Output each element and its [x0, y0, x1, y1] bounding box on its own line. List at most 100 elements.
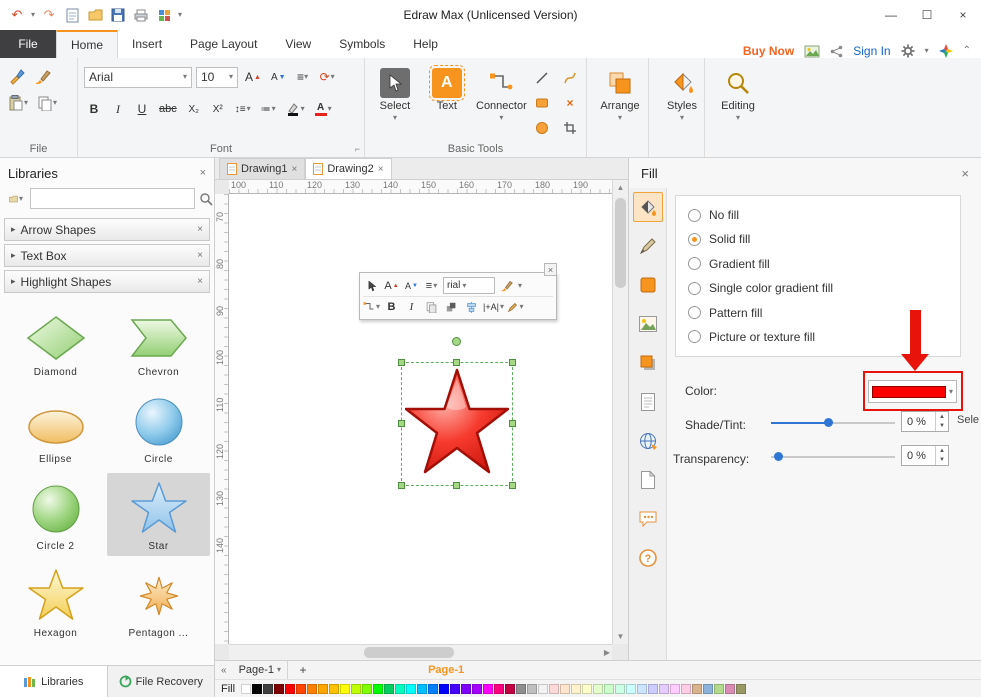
maximize-button[interactable]: ☐ — [909, 1, 945, 29]
palette-color[interactable] — [340, 684, 350, 694]
styles-button[interactable]: Styles ▾ — [655, 64, 709, 122]
subscript-button[interactable]: X₂ — [184, 99, 204, 119]
paste-icon[interactable]: ▾ — [6, 93, 31, 113]
buy-now-link[interactable]: Buy Now — [743, 44, 794, 58]
highlight-color-button[interactable]: ▾ — [283, 99, 308, 119]
palette-color[interactable] — [450, 684, 460, 694]
font-family-select[interactable]: Arial▾ — [84, 67, 192, 88]
font-dialog-launcher-icon[interactable]: ⌐ — [355, 144, 360, 154]
palette-color[interactable] — [670, 684, 680, 694]
mini-pen-icon[interactable]: ▾ — [507, 299, 524, 316]
minimize-button[interactable]: — — [873, 1, 909, 29]
section-close-icon[interactable]: × — [197, 224, 203, 235]
palette-color[interactable] — [527, 684, 537, 694]
palette-color[interactable] — [681, 684, 691, 694]
mini-italic-button[interactable]: I — [403, 299, 420, 316]
palette-color[interactable] — [714, 684, 724, 694]
underline-button[interactable]: U — [132, 99, 152, 119]
palette-color[interactable] — [384, 684, 394, 694]
select-tool-button[interactable]: Select ▾ — [371, 64, 419, 139]
hyperlink-tool-icon[interactable] — [633, 426, 663, 456]
resize-handle-n[interactable] — [453, 359, 460, 366]
radio-icon[interactable] — [688, 330, 701, 343]
superscript-button[interactable]: X² — [208, 99, 228, 119]
mini-copy-icon[interactable] — [423, 299, 440, 316]
print-icon[interactable] — [132, 6, 150, 24]
palette-color[interactable] — [637, 684, 647, 694]
mini-autofit-button[interactable]: |+A|▾ — [483, 299, 504, 316]
spin-down-icon[interactable]: ▼ — [936, 456, 948, 466]
bullet-list-button[interactable]: ≔▾ — [258, 99, 279, 119]
library-shape-circle[interactable]: Circle — [107, 386, 210, 469]
strikethrough-button[interactable]: abc — [156, 99, 180, 119]
apps-grid-icon[interactable] — [155, 6, 173, 24]
shade-tint-slider[interactable] — [771, 416, 895, 429]
palette-color[interactable] — [692, 684, 702, 694]
addons-icon[interactable] — [939, 44, 953, 58]
spin-up-icon[interactable]: ▲ — [936, 446, 948, 456]
connector-tool-button[interactable]: Connector ▾ — [475, 64, 528, 139]
tab-file[interactable]: File — [0, 30, 56, 58]
ellipse-tool-icon[interactable] — [532, 118, 552, 138]
palette-color[interactable] — [417, 684, 427, 694]
comment-tool-icon[interactable] — [633, 504, 663, 534]
redo-icon[interactable]: ↷ — [40, 6, 58, 24]
paint-brush-icon[interactable] — [32, 67, 54, 87]
mini-align-button[interactable]: ≡▾ — [423, 277, 440, 294]
format-painter-icon[interactable] — [6, 67, 28, 87]
palette-color[interactable] — [439, 684, 449, 694]
vertical-scroll-thumb[interactable] — [615, 198, 626, 288]
palette-color[interactable] — [615, 684, 625, 694]
library-shape-chevron[interactable]: Chevron — [107, 299, 210, 382]
palette-color[interactable] — [703, 684, 713, 694]
save-icon[interactable] — [109, 6, 127, 24]
radio-icon[interactable] — [688, 306, 701, 319]
mini-bold-button[interactable]: B — [383, 299, 400, 316]
page-properties-icon[interactable] — [633, 387, 663, 417]
palette-color[interactable] — [296, 684, 306, 694]
mini-align-objects-icon[interactable] — [463, 299, 480, 316]
grow-font-button[interactable]: A▲ — [242, 67, 264, 87]
mini-grow-font-button[interactable]: A▲ — [383, 277, 400, 294]
library-shape-circle-2[interactable]: Circle 2 — [4, 473, 107, 556]
spin-down-icon[interactable]: ▼ — [936, 422, 948, 432]
option-single-color-gradient-fill[interactable]: Single color gradient fill — [688, 277, 948, 299]
radio-icon[interactable] — [688, 282, 701, 295]
copy-icon[interactable]: ▾ — [35, 93, 60, 113]
curve-tool-icon[interactable] — [560, 68, 580, 88]
library-shape-hexagon[interactable]: Hexagon — [4, 560, 107, 643]
undo-icon[interactable]: ↶ — [8, 6, 26, 24]
font-color-button[interactable]: A▾ — [312, 99, 335, 119]
rotation-handle[interactable] — [452, 337, 461, 346]
picture-tool-icon[interactable] — [633, 309, 663, 339]
shade-tint-spinner[interactable]: 0 % ▲▼ — [901, 411, 949, 432]
mini-select-icon[interactable] — [363, 277, 380, 294]
tab-insert[interactable]: Insert — [118, 30, 176, 58]
palette-color[interactable] — [307, 684, 317, 694]
tab-home[interactable]: Home — [56, 30, 118, 58]
page-tab[interactable]: Page-1 ▾ — [233, 661, 289, 679]
library-shape-ellipse[interactable]: Ellipse — [4, 386, 107, 469]
palette-color[interactable] — [263, 684, 273, 694]
palette-color[interactable] — [571, 684, 581, 694]
library-shape-diamond[interactable]: Diamond — [4, 299, 107, 382]
mini-shrink-font-button[interactable]: A▼ — [403, 277, 420, 294]
palette-color[interactable] — [626, 684, 636, 694]
option-pattern-fill[interactable]: Pattern fill — [688, 302, 948, 324]
doc-tab-close-icon[interactable]: × — [378, 164, 384, 175]
palette-color[interactable] — [560, 684, 570, 694]
shape-selection-box[interactable] — [401, 362, 513, 486]
palette-color[interactable] — [725, 684, 735, 694]
radio-icon-checked[interactable] — [688, 233, 701, 246]
library-section-highlight-shapes[interactable]: ▸ Highlight Shapes × — [4, 270, 210, 293]
palette-color[interactable] — [241, 684, 251, 694]
fill-panel-close-icon[interactable]: × — [961, 166, 969, 181]
italic-button[interactable]: I — [108, 99, 128, 119]
palette-color[interactable] — [659, 684, 669, 694]
palette-color[interactable] — [274, 684, 284, 694]
drawing-page[interactable]: × A▲ A▼ ≡▾ rial▾ ▾ — [229, 194, 612, 644]
palette-color[interactable] — [285, 684, 295, 694]
add-page-button[interactable]: + — [294, 663, 312, 677]
transparency-slider[interactable] — [771, 450, 895, 463]
horizontal-scroll-thumb[interactable] — [364, 647, 454, 658]
